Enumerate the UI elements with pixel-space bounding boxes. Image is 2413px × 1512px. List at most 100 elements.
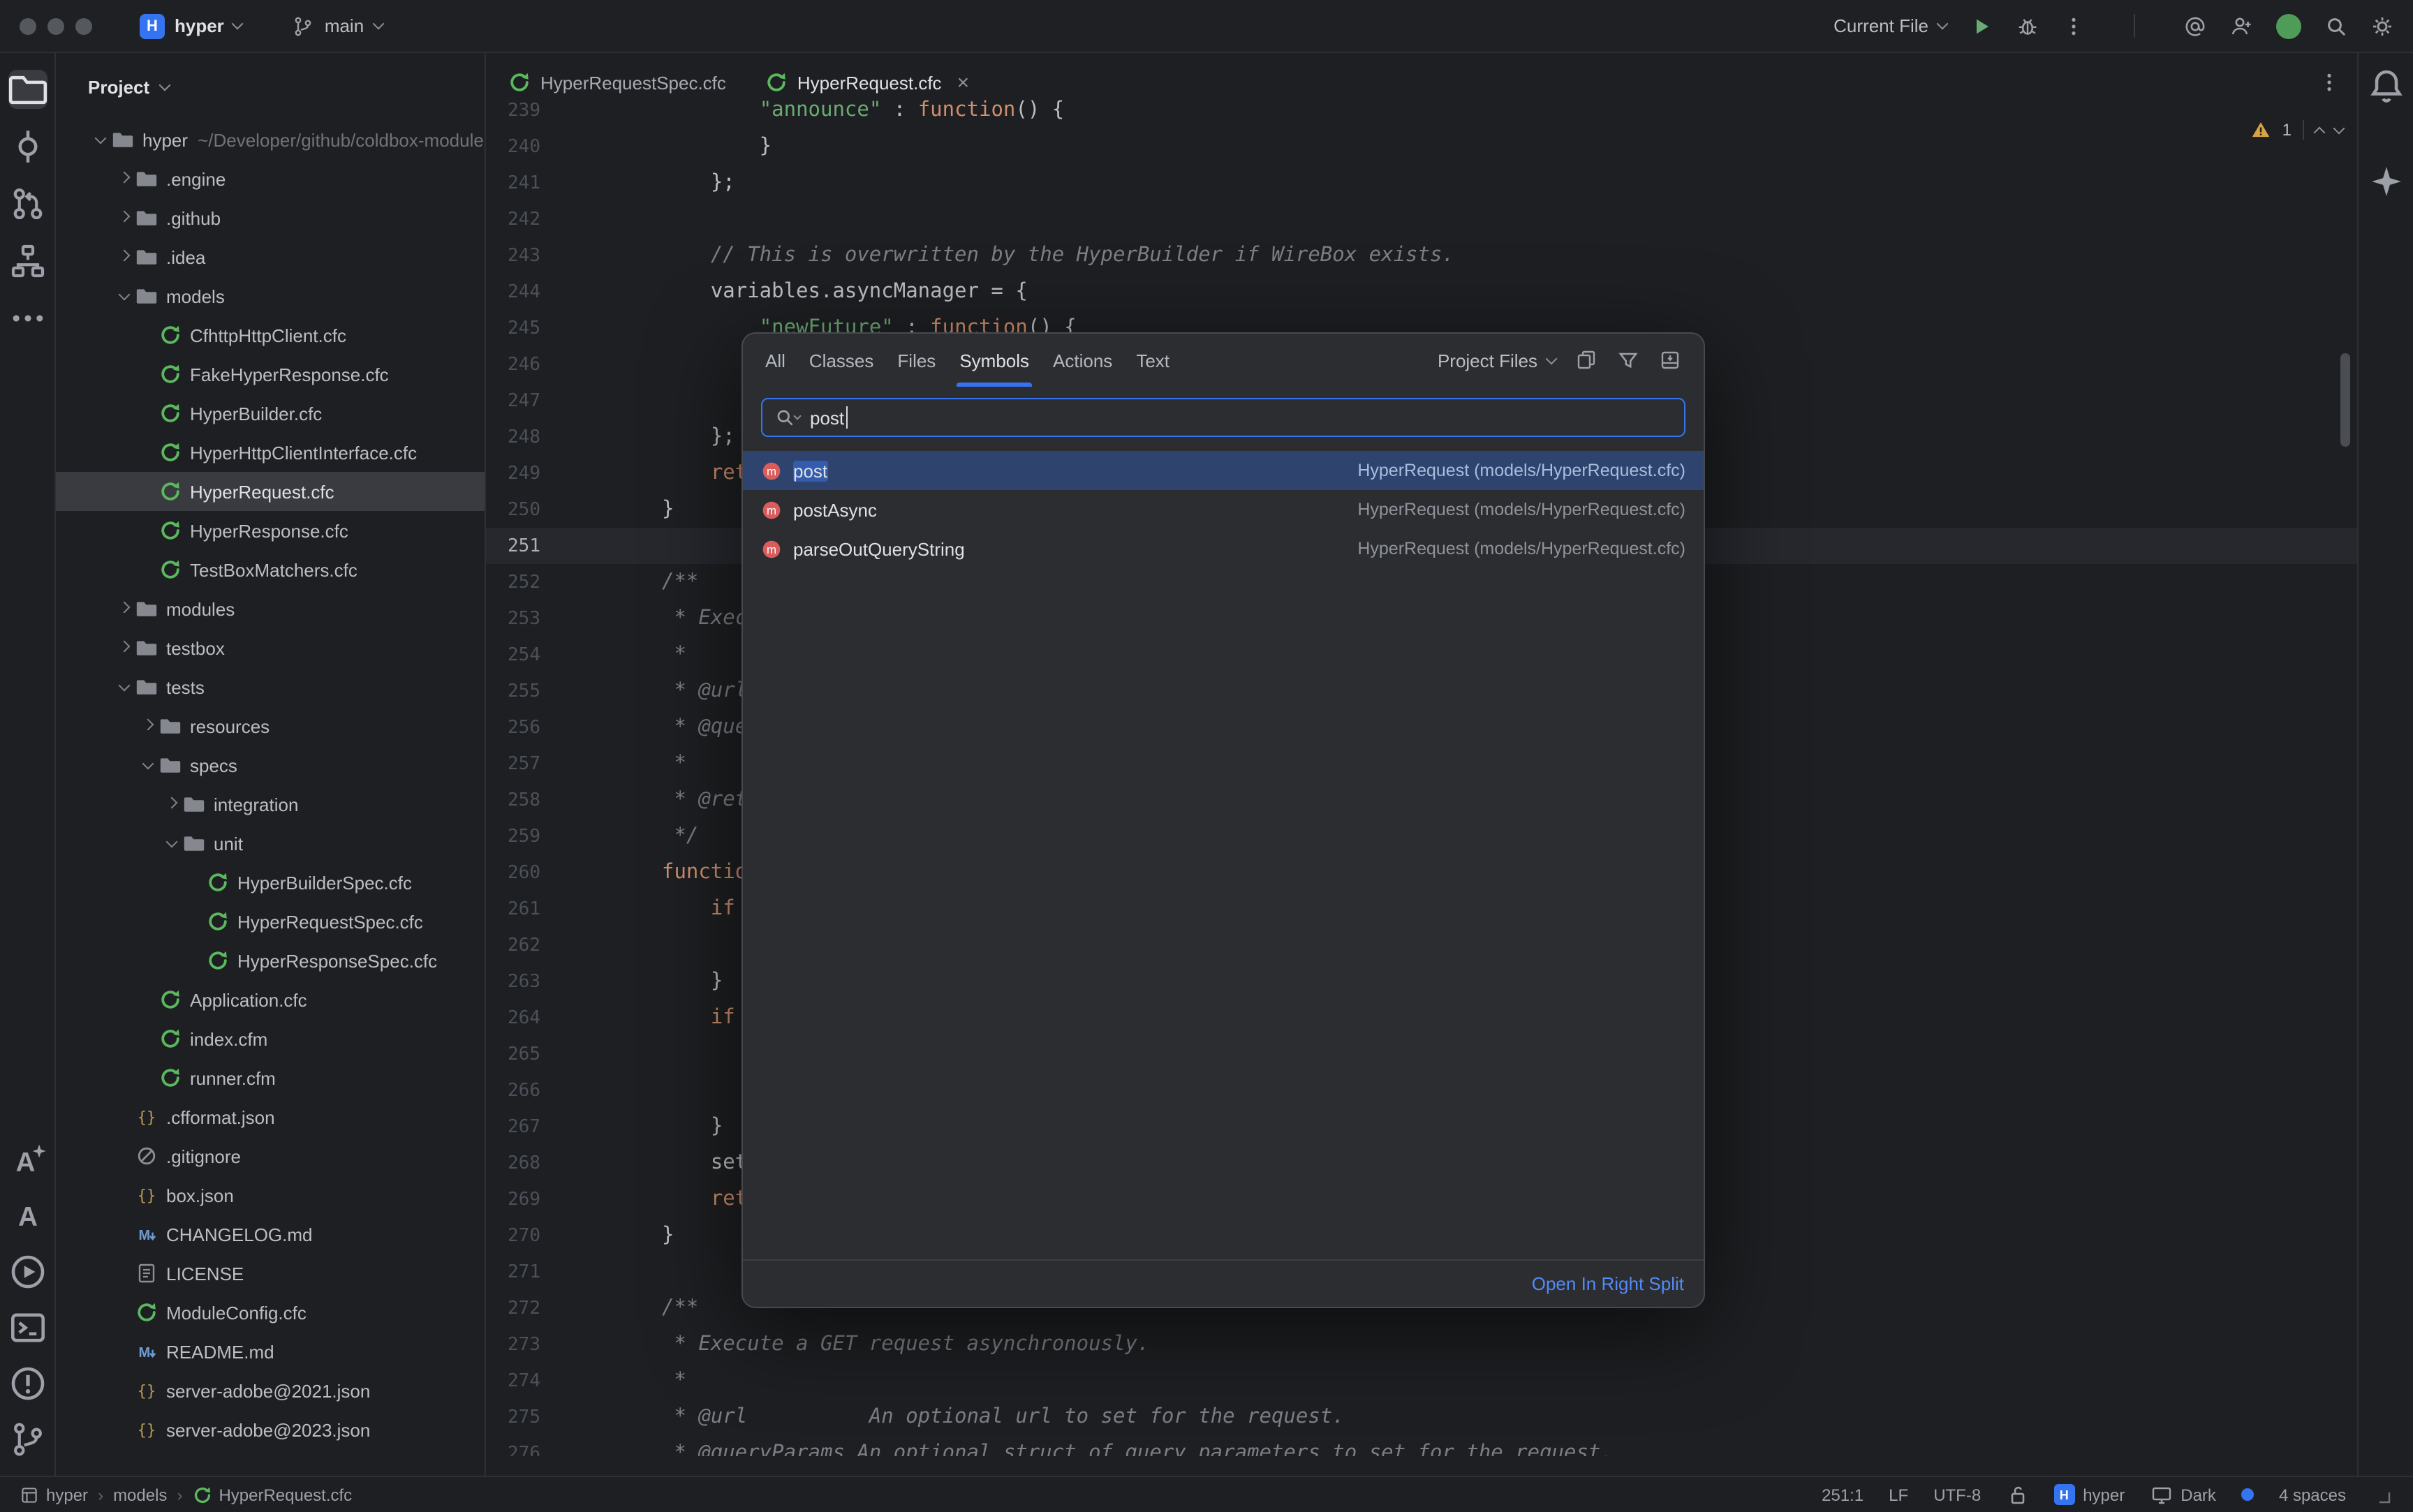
line-number[interactable]: 260 — [486, 862, 662, 883]
tree-item-testbox[interactable]: testbox — [56, 628, 485, 667]
line-separator-widget[interactable]: LF — [1889, 1485, 1908, 1504]
structure-icon[interactable] — [8, 242, 47, 281]
line-number[interactable]: 249 — [486, 463, 662, 484]
search-result-parseoutquerystring[interactable]: mparseOutQueryStringHyperRequest (models… — [743, 529, 1704, 568]
tree-item-moduleconfig-cfc[interactable]: ModuleConfig.cfc — [56, 1293, 485, 1332]
line-number[interactable]: 240 — [486, 136, 662, 157]
chevron-down-icon[interactable] — [88, 138, 112, 142]
search-input[interactable]: post — [761, 398, 1685, 437]
lock-open-icon[interactable] — [2006, 1483, 2028, 1506]
theme-widget[interactable]: Dark — [2150, 1483, 2216, 1506]
settings-icon[interactable] — [2371, 15, 2393, 37]
add-user-icon[interactable] — [2230, 15, 2252, 37]
breadcrumb-item-hyperrequest-cfc[interactable]: HyperRequest.cfc — [192, 1485, 352, 1504]
tree-item-application-cfc[interactable]: Application.cfc — [56, 980, 485, 1019]
line-number[interactable]: 262 — [486, 935, 662, 956]
project-widget[interactable]: H hyper — [140, 13, 242, 38]
more-icon[interactable] — [8, 299, 47, 338]
commit-icon[interactable] — [8, 127, 47, 166]
line-number[interactable]: 239 — [486, 100, 662, 121]
ai-assistant-icon[interactable]: A — [8, 1141, 47, 1180]
tree-item-testboxmatchers-cfc[interactable]: TestBoxMatchers.cfc — [56, 550, 485, 589]
chevron-down-icon[interactable] — [135, 763, 159, 767]
indent-widget[interactable]: 4 spaces — [2279, 1485, 2346, 1504]
editor-preview-icon[interactable] — [1575, 349, 1597, 371]
search-tab-files[interactable]: Files — [897, 334, 936, 387]
line-number[interactable]: 254 — [486, 644, 662, 665]
search-tab-classes[interactable]: Classes — [809, 334, 874, 387]
chevron-right-icon[interactable] — [112, 216, 135, 220]
tree-item-integration[interactable]: integration — [56, 785, 485, 824]
module-widget[interactable]: H hyper — [2053, 1484, 2125, 1505]
line-number[interactable]: 248 — [486, 427, 662, 447]
tree-item-unit[interactable]: unit — [56, 824, 485, 863]
run-icon[interactable] — [1970, 15, 1993, 37]
line-number[interactable]: 255 — [486, 681, 662, 702]
line-number[interactable]: 274 — [486, 1370, 662, 1391]
resize-grip-icon[interactable] — [2371, 1483, 2393, 1506]
caret-position-widget[interactable]: 251:1 — [1822, 1485, 1864, 1504]
more-icon[interactable] — [2063, 15, 2085, 37]
line-number[interactable]: 266 — [486, 1080, 662, 1101]
search-tab-all[interactable]: All — [765, 334, 785, 387]
line-number[interactable]: 252 — [486, 572, 662, 593]
line-number[interactable]: 271 — [486, 1261, 662, 1282]
window-minimize-button[interactable] — [47, 17, 64, 34]
tree-item-hyper[interactable]: hyper~/Developer/github/coldbox-modules — [56, 120, 485, 159]
line-number[interactable]: 264 — [486, 1007, 662, 1028]
line-number[interactable]: 269 — [486, 1189, 662, 1210]
chevron-right-icon[interactable] — [112, 177, 135, 181]
tree-item-cfformat-json[interactable]: {}.cfformat.json — [56, 1097, 485, 1136]
line-number[interactable]: 256 — [486, 717, 662, 738]
chevron-down-icon[interactable] — [159, 841, 183, 845]
tree-item-hyperrequestspec-cfc[interactable]: HyperRequestSpec.cfc — [56, 902, 485, 941]
ai-assistant-icon[interactable] — [2366, 162, 2405, 201]
search-tab-text[interactable]: Text — [1136, 334, 1169, 387]
tree-item-modules[interactable]: modules — [56, 589, 485, 628]
line-number[interactable]: 253 — [486, 608, 662, 629]
terminal-icon[interactable] — [8, 1308, 47, 1347]
inspections-widget[interactable]: 1 — [2252, 120, 2343, 140]
tree-item-hyperbuilderspec-cfc[interactable]: HyperBuilderSpec.cfc — [56, 863, 485, 902]
chevron-right-icon[interactable] — [112, 607, 135, 611]
line-number[interactable]: 268 — [486, 1152, 662, 1173]
line-number[interactable]: 251 — [486, 535, 662, 556]
line-number[interactable]: 241 — [486, 172, 662, 193]
tree-item-gitignore[interactable]: .gitignore — [56, 1136, 485, 1176]
breadcrumb-item-hyper[interactable]: hyper — [20, 1485, 88, 1504]
tree-item-box-json[interactable]: {}box.json — [56, 1176, 485, 1215]
window-close-button[interactable] — [20, 17, 36, 34]
search-result-postasync[interactable]: mpostAsyncHyperRequest (models/HyperRequ… — [743, 490, 1704, 529]
line-number[interactable]: 272 — [486, 1298, 662, 1319]
tree-item-resources[interactable]: resources — [56, 706, 485, 746]
line-number[interactable]: 244 — [486, 281, 662, 302]
problems-icon[interactable] — [8, 1364, 47, 1403]
line-number[interactable]: 242 — [486, 209, 662, 230]
close-icon[interactable]: × — [957, 72, 970, 93]
chevron-right-icon[interactable] — [159, 802, 183, 806]
tree-item-server-adobe-2021-json[interactable]: {}server-adobe@2021.json — [56, 1371, 485, 1410]
tree-item-hyperrequest-cfc[interactable]: HyperRequest.cfc — [56, 472, 485, 511]
line-number[interactable]: 276 — [486, 1443, 662, 1456]
line-number[interactable]: 275 — [486, 1407, 662, 1428]
search-result-post[interactable]: mpostHyperRequest (models/HyperRequest.c… — [743, 451, 1704, 490]
line-number[interactable]: 247 — [486, 390, 662, 411]
window-zoom-button[interactable] — [75, 17, 92, 34]
line-number[interactable]: 258 — [486, 790, 662, 810]
tree-item-models[interactable]: models — [56, 276, 485, 316]
line-number[interactable]: 245 — [486, 318, 662, 339]
tree-item-tests[interactable]: tests — [56, 667, 485, 706]
tree-item-hyperresponse-cfc[interactable]: HyperResponse.cfc — [56, 511, 485, 550]
tree-item-github[interactable]: .github — [56, 198, 485, 237]
tree-item-changelog-md[interactable]: MCHANGELOG.md — [56, 1215, 485, 1254]
chevron-right-icon[interactable] — [112, 646, 135, 650]
avatar[interactable] — [2276, 13, 2301, 38]
branch-widget[interactable]: main — [293, 15, 382, 37]
line-number[interactable]: 259 — [486, 826, 662, 847]
line-number[interactable]: 250 — [486, 499, 662, 520]
search-history-chevron-icon[interactable] — [793, 411, 801, 419]
status-dot-icon[interactable] — [2241, 1488, 2254, 1501]
line-number[interactable]: 267 — [486, 1116, 662, 1137]
run-config-selector[interactable]: Current File — [1833, 15, 1947, 36]
chevron-down-icon[interactable] — [112, 294, 135, 298]
